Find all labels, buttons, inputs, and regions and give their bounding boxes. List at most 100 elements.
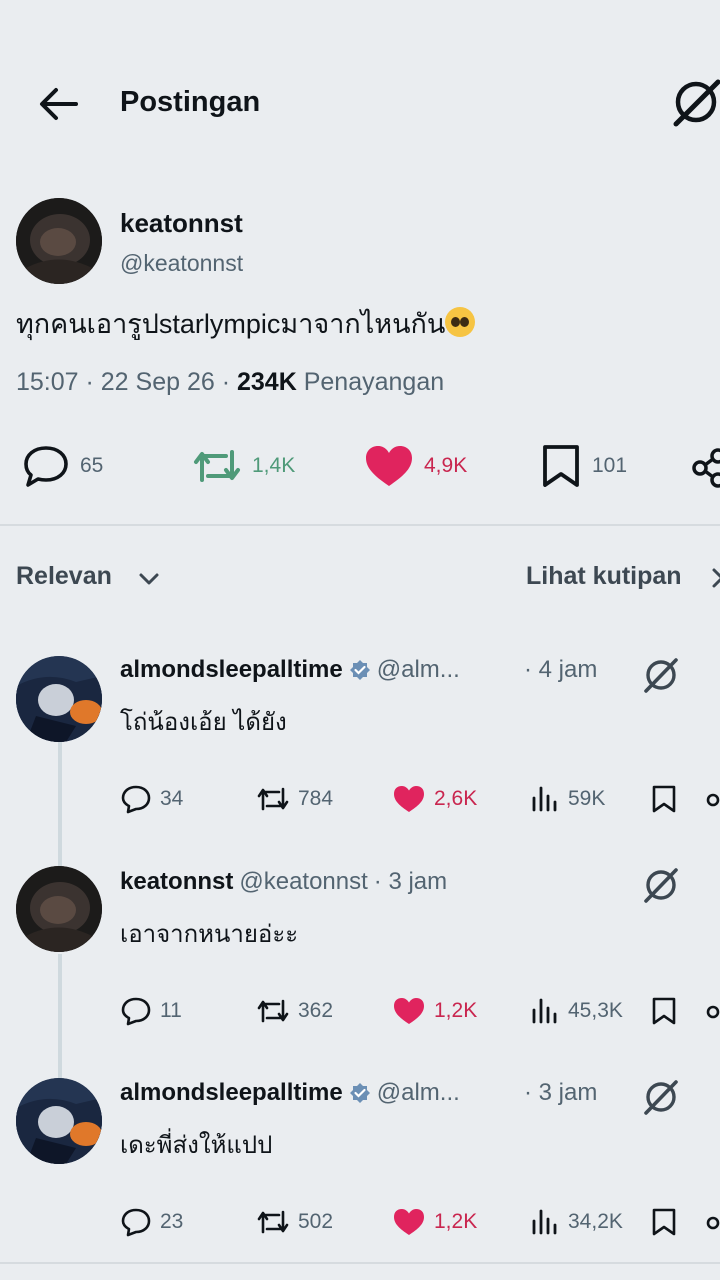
repost-count: 1,4K: [252, 454, 296, 477]
like-button[interactable]: 1,2K: [392, 1207, 477, 1237]
divider: [0, 524, 720, 526]
reply-author-handle[interactable]: @alm...: [377, 656, 460, 684]
share-icon[interactable]: [690, 448, 720, 488]
views-count: 34,2K: [568, 1210, 623, 1233]
chevron-down-icon[interactable]: [136, 566, 162, 592]
like-count: 2,6K: [434, 787, 478, 810]
like-button[interactable]: 1,2K: [392, 996, 477, 1026]
sort-dropdown[interactable]: Relevan: [16, 562, 112, 591]
author-handle[interactable]: @keatonnst: [120, 250, 243, 277]
chevron-right-icon[interactable]: [706, 564, 720, 592]
avatar[interactable]: [16, 1078, 102, 1164]
avatar[interactable]: [16, 866, 102, 952]
views-chart-icon: [532, 998, 557, 1024]
reply-count: 34: [160, 787, 184, 810]
reply-count: 23: [160, 1210, 184, 1233]
reply-author-handle[interactable]: @alm...: [377, 1079, 460, 1107]
views-button[interactable]: 59K: [530, 784, 605, 814]
reply-text: โถ่น้องเอ้ย ได้ยัง: [120, 709, 287, 736]
heart-icon: [394, 1209, 424, 1235]
reply-time: · 4 jam: [524, 656, 598, 683]
post-text-content: ทุกคนเอารูปstarlympicมาจากไหนกัน: [16, 309, 446, 339]
reply-button[interactable]: 11: [120, 996, 182, 1026]
avatar[interactable]: [16, 656, 102, 742]
reply-text: เดะพี่ส่งให้แปป: [120, 1132, 273, 1159]
view-quotes-link[interactable]: Lihat kutipan: [526, 562, 682, 591]
post-meta: 15:07 · 22 Sep 26 · 234K Penayangan: [16, 368, 445, 396]
reply-author-handle[interactable]: @keatonnst: [239, 868, 367, 896]
reply-icon: [24, 446, 68, 487]
views-button[interactable]: 34,2K: [530, 1207, 623, 1237]
grok-icon[interactable]: [640, 654, 682, 696]
avatar-photo: [16, 198, 102, 284]
bookmark-icon[interactable]: [650, 1207, 678, 1237]
author-name[interactable]: keatonnst: [120, 208, 243, 239]
reply-button[interactable]: 65: [22, 444, 103, 488]
reply-time: · 3 jam: [373, 868, 448, 895]
avatar-photo: [16, 1078, 102, 1164]
bookmark-button[interactable]: 101: [540, 444, 627, 488]
repost-button[interactable]: 502: [256, 1207, 333, 1237]
repost-count: 502: [298, 1210, 334, 1233]
reply-header: almondsleepalltime @alm...: [120, 656, 460, 684]
verified-badge-icon: [349, 1083, 370, 1103]
heart-icon: [394, 786, 424, 812]
status-bar: [0, 0, 720, 16]
reply-count: 11: [160, 999, 182, 1022]
post-date[interactable]: 22 Sep 26: [101, 368, 215, 396]
share-icon[interactable]: [704, 1002, 720, 1022]
reply-header: keatonnst @keatonnst · 3 jam: [120, 868, 447, 896]
reply-author-name[interactable]: almondsleepalltime: [120, 1079, 343, 1107]
repost-count: 784: [298, 787, 334, 810]
like-button[interactable]: 2,6K: [392, 784, 477, 814]
like-button[interactable]: 4,9K: [364, 444, 467, 488]
reply-icon: [121, 997, 151, 1026]
avatar-photo: [16, 866, 102, 952]
reply-author-name[interactable]: almondsleepalltime: [120, 656, 343, 684]
pleading-face-emoji-icon: [445, 307, 476, 337]
reply-button[interactable]: 23: [120, 1207, 183, 1237]
grok-icon[interactable]: [640, 1076, 682, 1118]
like-count: 1,2K: [434, 999, 478, 1022]
grok-icon[interactable]: [640, 864, 682, 906]
reply-actions: 34 784 2,6K 59K: [0, 780, 720, 820]
bookmark-icon[interactable]: [650, 784, 678, 814]
post-time[interactable]: 15:07: [16, 368, 79, 396]
bookmark-icon: [543, 445, 579, 487]
like-count: 1,2K: [434, 1210, 478, 1233]
views-button[interactable]: 45,3K: [530, 996, 623, 1026]
back-arrow-icon[interactable]: [36, 84, 80, 124]
views-label: Penayangan: [303, 368, 445, 396]
avatar-photo: [16, 656, 102, 742]
like-count: 4,9K: [424, 454, 468, 477]
repost-icon: [257, 787, 289, 811]
reply-icon: [121, 1208, 151, 1237]
repost-button[interactable]: 1,4K: [192, 444, 295, 488]
repost-icon: [257, 999, 289, 1023]
divider: [0, 1262, 720, 1264]
reply-time: · 3 jam: [524, 1079, 598, 1106]
reply-actions: 23 502 1,2K 34,2K: [0, 1203, 720, 1243]
reply-count: 65: [80, 454, 104, 477]
repost-icon: [194, 450, 240, 482]
bookmark-icon[interactable]: [650, 996, 678, 1026]
heart-icon: [394, 998, 424, 1024]
bookmark-count: 101: [592, 454, 628, 477]
reply-header: almondsleepalltime @alm...: [120, 1079, 460, 1107]
share-icon[interactable]: [704, 1213, 720, 1233]
views-chart-icon: [532, 786, 557, 812]
avatar[interactable]: [16, 198, 102, 284]
reply-author-name[interactable]: keatonnst: [120, 868, 233, 896]
reply-icon: [121, 785, 151, 814]
grok-icon[interactable]: [668, 74, 720, 130]
heart-icon: [366, 446, 412, 486]
views-count: 59K: [568, 787, 606, 810]
post-actions: 65 1,4K 4,9K 101: [0, 440, 720, 492]
repost-icon: [257, 1210, 289, 1234]
views-chart-icon: [532, 1209, 557, 1235]
repost-button[interactable]: 784: [256, 784, 333, 814]
reply-button[interactable]: 34: [120, 784, 183, 814]
repost-button[interactable]: 362: [256, 996, 333, 1026]
views-count: 45,3K: [568, 999, 623, 1022]
share-icon[interactable]: [704, 790, 720, 810]
